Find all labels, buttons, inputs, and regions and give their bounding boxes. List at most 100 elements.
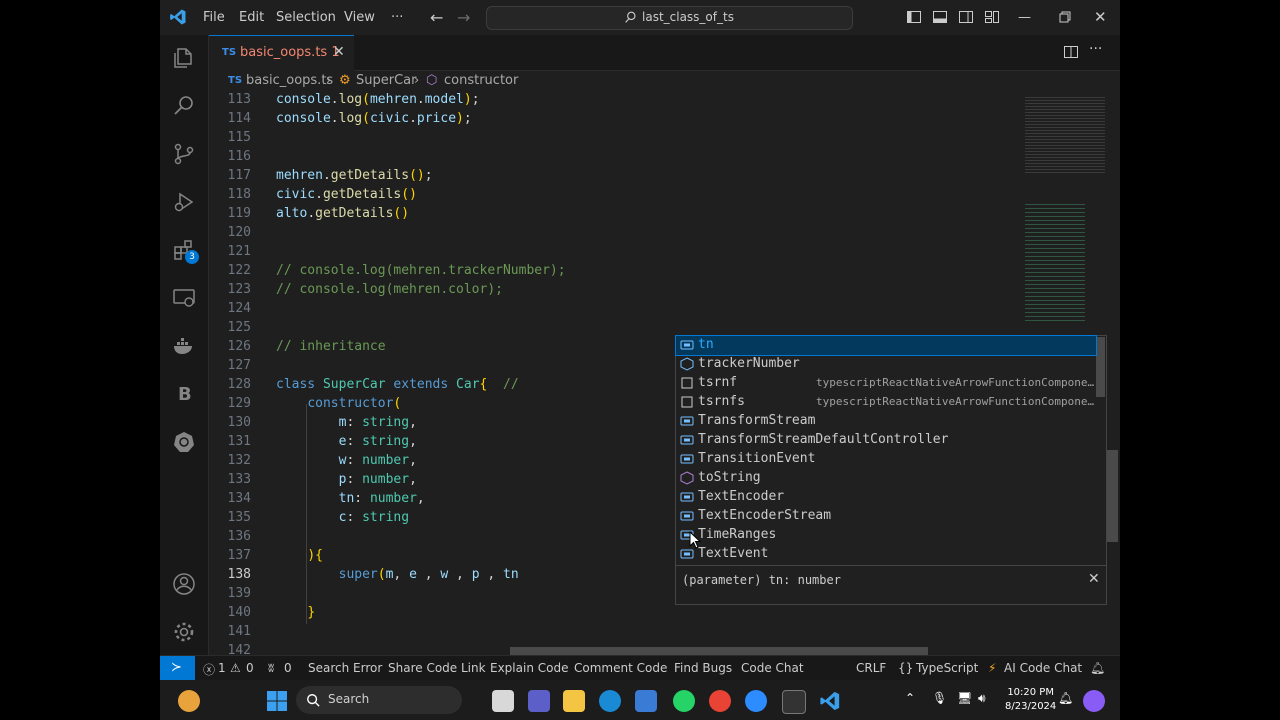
notifications-bell-icon[interactable]: 🔔︎ — [1090, 661, 1105, 675]
network-icon[interactable]: 🖥︎ — [957, 691, 972, 705]
settings-gear-icon[interactable] — [172, 620, 196, 644]
code-line[interactable]: 113 console.log(mehren.model); — [209, 92, 1017, 111]
suggestion-item[interactable]: TransformStreamDefaultController — [676, 431, 1096, 450]
suggestion-item[interactable]: TextEncoder — [676, 488, 1096, 507]
code-line[interactable]: 114 console.log(civic.price); — [209, 111, 1017, 130]
restore-icon[interactable] — [1056, 9, 1072, 25]
suggestion-item[interactable]: trackerNumber — [676, 355, 1096, 374]
split-editor-icon[interactable] — [1063, 44, 1079, 60]
back-arrow-icon[interactable]: ← — [430, 0, 443, 35]
remote-explorer-icon[interactable] — [172, 286, 196, 310]
forward-arrow-icon[interactable]: → — [457, 0, 470, 35]
code-line[interactable]: 141 — [209, 624, 1017, 643]
code-line[interactable]: 124 — [209, 301, 1017, 320]
suggestion-item[interactable]: tn — [675, 335, 1097, 356]
menu-view[interactable]: View — [344, 0, 375, 35]
task-view-icon[interactable] — [492, 690, 514, 712]
status-share-code-link[interactable]: Share Code Link — [388, 661, 486, 675]
warning-count[interactable]: 0 — [246, 661, 254, 675]
suggestion-item[interactable]: TextEncoderStream — [676, 507, 1096, 526]
notification-bell-icon[interactable]: 🔔︎ — [1058, 691, 1073, 705]
toggle-sidebar-icon[interactable] — [906, 9, 922, 25]
toggle-panel-icon[interactable] — [932, 9, 948, 25]
widgets-icon[interactable] — [178, 690, 200, 712]
suggestion-item[interactable]: tsrnfs typescriptReactNativeArrowFunction… — [676, 393, 1096, 412]
code-line[interactable]: 120 — [209, 225, 1017, 244]
kubernetes-icon[interactable] — [172, 430, 196, 454]
suggestion-label: trackerNumber — [698, 356, 800, 371]
customize-layout-icon[interactable] — [984, 9, 1000, 25]
ports-count[interactable]: 0 — [284, 661, 292, 675]
file-explorer-icon[interactable] — [563, 690, 585, 712]
chrome-icon[interactable] — [709, 690, 731, 712]
tab-close-icon[interactable]: ✕ — [333, 44, 345, 60]
suggestion-item[interactable]: TimeRanges — [676, 526, 1096, 545]
whatsapp-icon[interactable] — [673, 690, 695, 712]
tab-label: basic_oops.ts 1 — [240, 45, 340, 60]
status-find-bugs[interactable]: Find Bugs — [674, 661, 732, 675]
suggestion-item[interactable]: TransitionEvent — [676, 450, 1096, 469]
volume-icon[interactable]: 🔊︎ — [978, 691, 986, 706]
tab-basic-oops[interactable]: TS basic_oops.ts 1 ✕ — [209, 35, 354, 71]
code-line[interactable]: 121 — [209, 244, 1017, 263]
menu-edit[interactable]: Edit — [239, 0, 264, 35]
suggestion-item[interactable]: tsrnf typescriptReactNativeArrowFunctionC… — [676, 374, 1096, 393]
account-icon[interactable] — [172, 572, 196, 596]
windows-start-icon[interactable] — [266, 690, 288, 712]
menu-file[interactable]: File — [203, 0, 225, 35]
search-sidebar-icon[interactable] — [172, 94, 196, 118]
microphone-icon[interactable]: 🎙︎ — [932, 691, 947, 705]
search-icon — [625, 11, 636, 23]
code-line[interactable]: 123 // console.log(mehren.color); — [209, 282, 1017, 301]
status-ai-code-chat[interactable]: AI Code Chat — [1004, 661, 1082, 675]
breadcrumb-class[interactable]: SuperCar — [356, 73, 416, 88]
taskbar-clock[interactable]: 10:20 PM 8/23/2024 — [1005, 686, 1056, 714]
tray-chevron-icon[interactable]: ⌃ — [905, 691, 915, 705]
status-eol[interactable]: CRLF — [856, 661, 886, 675]
teams-icon[interactable] — [528, 690, 550, 712]
status-explain-code[interactable]: Explain Code — [490, 661, 568, 675]
status-code-chat[interactable]: Code Chat — [741, 661, 804, 675]
copilot-icon[interactable] — [1083, 690, 1105, 712]
status-language[interactable]: TypeScript — [916, 661, 978, 675]
breadcrumb-file[interactable]: basic_oops.ts — [246, 73, 333, 88]
code-line[interactable]: 119 alto.getDetails() — [209, 206, 1017, 225]
vertical-scrollbar[interactable] — [1106, 450, 1118, 542]
edge-icon[interactable] — [599, 690, 621, 712]
vscode-taskbar-icon[interactable] — [819, 690, 841, 712]
suggestion-item[interactable]: TextEvent — [676, 545, 1096, 564]
suggestion-item[interactable]: toString — [676, 469, 1096, 488]
store-icon[interactable] — [635, 690, 657, 712]
docker-icon[interactable] — [172, 334, 196, 358]
line-number: 113 — [227, 92, 251, 107]
command-center-search[interactable]: last_class_of_ts — [486, 6, 853, 30]
zoom-icon[interactable] — [745, 690, 767, 712]
run-debug-icon[interactable] — [172, 190, 196, 214]
toggle-secondary-sidebar-icon[interactable] — [958, 9, 974, 25]
code-line[interactable]: 115 — [209, 130, 1017, 149]
code-line[interactable]: 122 // console.log(mehren.trackerNumber); — [209, 263, 1017, 282]
explorer-icon[interactable] — [172, 46, 196, 70]
minimize-icon[interactable]: — — [1018, 0, 1031, 35]
status-search-error[interactable]: Search Error — [308, 661, 382, 675]
error-count[interactable]: 1 — [218, 661, 226, 675]
suggestion-item[interactable]: TransformStream — [676, 412, 1096, 431]
terminal-icon[interactable] — [782, 690, 806, 714]
code-line[interactable]: 118 civic.getDetails() — [209, 187, 1017, 206]
source-control-icon[interactable] — [172, 142, 196, 166]
more-actions-icon[interactable]: ··· — [1089, 41, 1102, 57]
menu-more[interactable]: ··· — [391, 0, 403, 35]
remote-indicator[interactable]: ≻ — [160, 656, 195, 681]
taskbar-search[interactable]: Search — [296, 686, 462, 714]
breadcrumb-method[interactable]: constructor — [444, 73, 518, 88]
code-line[interactable]: 116 — [209, 149, 1017, 168]
status-comment-code[interactable]: Comment Code — [574, 661, 667, 675]
horizontal-scrollbar[interactable] — [510, 647, 928, 655]
suggest-scrollbar[interactable] — [1096, 337, 1105, 397]
b-extension-icon[interactable]: B — [178, 384, 192, 405]
close-window-icon[interactable]: ✕ — [1094, 0, 1107, 35]
code-line[interactable]: 140 } — [209, 605, 1017, 624]
menu-selection[interactable]: Selection — [276, 0, 336, 35]
code-line[interactable]: 117 mehren.getDetails(); — [209, 168, 1017, 187]
close-icon[interactable]: ✕ — [1088, 571, 1100, 587]
